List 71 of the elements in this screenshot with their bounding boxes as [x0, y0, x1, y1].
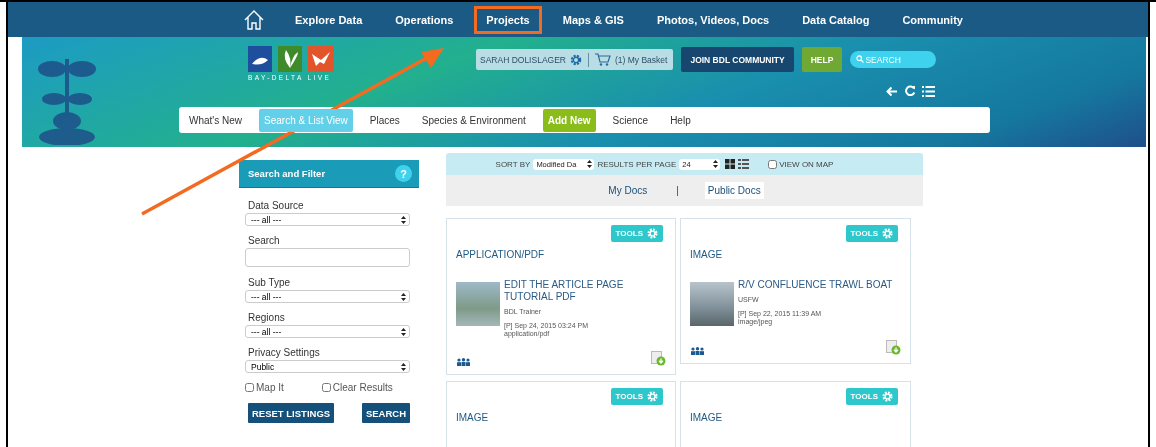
- document-title[interactable]: EDIT THE ARTICLE PAGE TUTORIAL PDF: [504, 279, 666, 303]
- document-title[interactable]: R/V CONFLUENCE TRAWL BOAT: [738, 279, 893, 291]
- dropdown-arrows-icon: [401, 292, 406, 301]
- separator-text: |: [676, 185, 679, 196]
- select-dropdown[interactable]: Public: [245, 360, 410, 373]
- gear-icon: [647, 391, 658, 402]
- back-arrow-icon[interactable]: [886, 85, 899, 97]
- people-icon[interactable]: [690, 347, 705, 355]
- nav-link[interactable]: Explore Data: [283, 5, 375, 34]
- checkbox-label: VIEW ON MAP: [779, 159, 834, 169]
- gear-icon: [882, 228, 893, 239]
- doc-tab[interactable]: Public Docs: [704, 182, 764, 199]
- filter-button[interactable]: RESET LISTINGS: [248, 403, 335, 423]
- document-type: IMAGE: [690, 412, 724, 423]
- field-label: Regions: [248, 312, 286, 323]
- nav-link[interactable]: Projects: [474, 5, 542, 34]
- document-thumbnail[interactable]: [456, 282, 500, 326]
- sub-nav-tab[interactable]: Help: [665, 108, 696, 132]
- cart-icon[interactable]: [595, 53, 611, 66]
- nav-link[interactable]: Photos, Videos, Docs: [644, 5, 782, 34]
- panel-title: Search and Filter: [248, 168, 326, 179]
- field-label: Sub Type: [248, 277, 292, 288]
- dropdown-arrows-icon: [401, 362, 406, 371]
- header-button[interactable]: JOIN BDL COMMUNITY: [681, 47, 794, 72]
- checkbox-label: Map It: [256, 382, 284, 393]
- nav-link[interactable]: Maps & GIS: [550, 5, 636, 34]
- download-icon[interactable]: [886, 340, 901, 355]
- sub-nav-tab[interactable]: What's New: [184, 108, 248, 132]
- field-label: Privacy Settings: [248, 347, 321, 358]
- field-label: Data Source: [248, 200, 305, 211]
- field-label: Search: [248, 235, 281, 246]
- document-type: APPLICATION/PDF: [456, 249, 546, 260]
- dropdown-arrows-icon: [587, 160, 593, 168]
- download-icon[interactable]: [651, 351, 666, 366]
- checkbox[interactable]: [321, 383, 331, 392]
- dropdown-arrows-icon: [401, 215, 406, 224]
- select-dropdown[interactable]: --- all ---: [245, 213, 410, 226]
- doc-tab[interactable]: My Docs: [605, 182, 651, 199]
- dropdown-arrows-icon: [401, 327, 406, 336]
- nav-link[interactable]: Data Catalog: [790, 5, 882, 34]
- list-icon[interactable]: [922, 85, 936, 97]
- document-type: IMAGE: [456, 412, 490, 423]
- sub-nav-tab[interactable]: Species & Environment: [416, 108, 531, 132]
- select-dropdown[interactable]: --- all ---: [245, 325, 410, 338]
- checkbox-label: Clear Results: [332, 382, 393, 393]
- nav-link[interactable]: Operations: [383, 5, 466, 34]
- checkbox[interactable]: [768, 159, 778, 169]
- results-per-page-label: RESULTS PER PAGE: [597, 159, 677, 169]
- gear-icon: [647, 228, 658, 239]
- document-type: IMAGE: [690, 249, 724, 260]
- dropdown-arrows-icon: [713, 160, 719, 168]
- search-input[interactable]: [245, 248, 410, 267]
- select-dropdown[interactable]: --- all ---: [245, 290, 410, 303]
- refresh-icon[interactable]: [904, 85, 917, 97]
- sub-nav-tab[interactable]: Science: [607, 108, 654, 132]
- checkbox[interactable]: [245, 383, 254, 392]
- search-field[interactable]: SEARCH: [850, 51, 937, 68]
- gear-icon: [882, 391, 893, 402]
- basket-link[interactable]: (1) My Basket: [615, 54, 668, 65]
- home-icon[interactable]: [243, 8, 265, 31]
- sort-label: SORT BY: [495, 159, 531, 169]
- user-name[interactable]: SARAH DOLISLAGER: [480, 54, 566, 65]
- search-icon: [856, 55, 865, 63]
- nav-link[interactable]: Community: [890, 5, 975, 34]
- sub-nav-tab[interactable]: Places: [364, 108, 405, 132]
- grid-view-icon[interactable]: [725, 159, 736, 169]
- settings-icon[interactable]: [570, 53, 582, 66]
- list-view-icon[interactable]: [738, 159, 750, 169]
- photo-placeholder[interactable]: [690, 282, 734, 326]
- people-icon[interactable]: [456, 358, 471, 366]
- filter-button[interactable]: SEARCH: [361, 403, 410, 423]
